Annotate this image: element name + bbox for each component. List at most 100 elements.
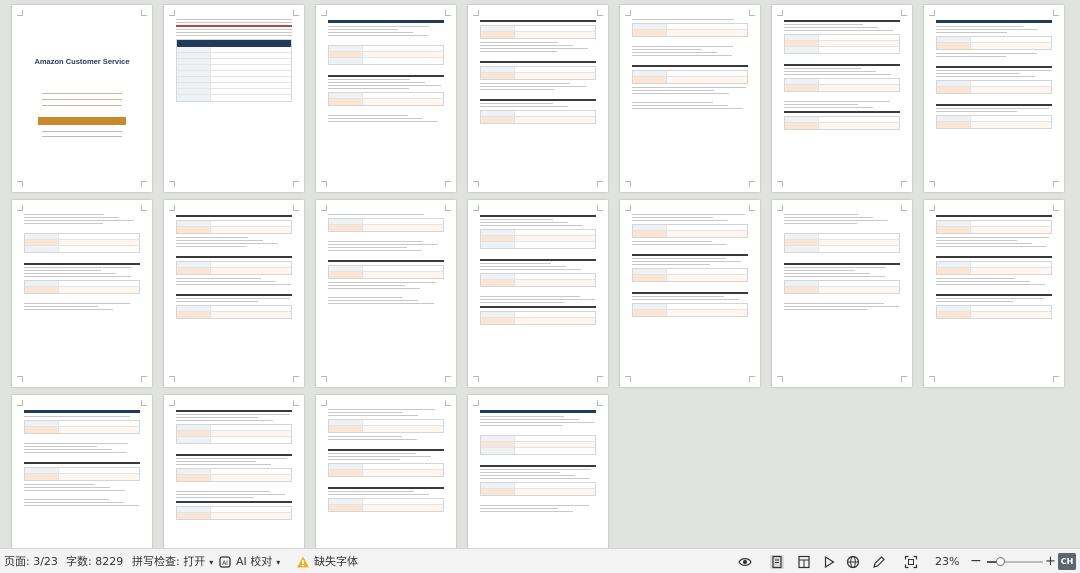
zoom-out-button[interactable]: − bbox=[970, 549, 982, 573]
page-thumbnail[interactable] bbox=[12, 395, 152, 548]
crop-mark bbox=[777, 181, 783, 187]
page-content bbox=[480, 407, 596, 548]
globe-icon[interactable] bbox=[846, 555, 860, 569]
table-row bbox=[177, 227, 291, 233]
crop-mark bbox=[929, 10, 935, 16]
subheading bbox=[480, 61, 596, 63]
text-line bbox=[936, 56, 1006, 57]
text-line bbox=[24, 499, 109, 500]
text-line bbox=[480, 83, 571, 84]
crop-mark bbox=[929, 181, 935, 187]
text-line bbox=[936, 29, 1039, 30]
input-method-indicator[interactable]: CH bbox=[1058, 553, 1076, 570]
page-thumbnail[interactable] bbox=[164, 395, 304, 548]
page-content bbox=[328, 17, 444, 182]
table-row bbox=[177, 437, 291, 443]
page-thumbnail[interactable] bbox=[316, 200, 456, 387]
page-thumbnail[interactable] bbox=[620, 200, 760, 387]
table bbox=[936, 220, 1052, 234]
text-line bbox=[784, 223, 858, 224]
spellcheck-toggle[interactable]: 拼写检查: 打开 ▾ bbox=[132, 549, 213, 573]
page-view-icon[interactable] bbox=[770, 555, 784, 569]
page-thumbnail[interactable] bbox=[924, 200, 1064, 387]
zoom-level[interactable]: 23% bbox=[935, 549, 959, 573]
subheading bbox=[24, 263, 140, 265]
text-line bbox=[328, 459, 400, 460]
page-thumbnail[interactable] bbox=[164, 200, 304, 387]
text-line bbox=[176, 417, 259, 418]
page-thumbnail[interactable] bbox=[772, 5, 912, 192]
pen-icon[interactable] bbox=[872, 555, 886, 569]
page-thumbnail[interactable]: Amazon Customer Service bbox=[12, 5, 152, 192]
text-line bbox=[328, 436, 403, 437]
crop-mark bbox=[625, 10, 631, 16]
crop-mark bbox=[17, 10, 23, 16]
table-row bbox=[785, 246, 899, 252]
text-line bbox=[328, 491, 414, 492]
table-row bbox=[177, 95, 291, 101]
play-icon[interactable] bbox=[822, 555, 836, 569]
zoom-slider-handle[interactable] bbox=[995, 557, 1005, 566]
table-row bbox=[25, 474, 139, 480]
eye-icon[interactable] bbox=[738, 555, 752, 569]
text-line bbox=[24, 502, 124, 503]
subheading bbox=[936, 104, 1052, 106]
text-line bbox=[480, 48, 588, 49]
text-line bbox=[328, 415, 419, 416]
text-line bbox=[632, 244, 728, 245]
text-line bbox=[936, 237, 1049, 238]
word-count[interactable]: 字数: 8229 bbox=[66, 549, 123, 573]
zoom-in-button[interactable]: + bbox=[1045, 549, 1056, 573]
text-line bbox=[176, 414, 290, 415]
fit-page-icon[interactable] bbox=[904, 555, 918, 569]
table-row bbox=[633, 231, 747, 237]
crop-mark bbox=[141, 181, 147, 187]
page-thumbnail[interactable] bbox=[772, 200, 912, 387]
table-row bbox=[481, 32, 595, 38]
text-line bbox=[784, 214, 859, 215]
ai-proofread-icon[interactable]: AI bbox=[218, 555, 232, 569]
page-content bbox=[24, 212, 140, 377]
page-indicator[interactable]: 页面: 3/23 bbox=[4, 549, 58, 573]
text-line bbox=[328, 300, 419, 301]
text-line bbox=[480, 106, 569, 107]
page-thumbnail[interactable] bbox=[164, 5, 304, 192]
page-thumbnail[interactable] bbox=[12, 200, 152, 387]
text-line bbox=[784, 267, 887, 268]
section-heading bbox=[480, 410, 596, 413]
text-line bbox=[480, 419, 579, 420]
text-line bbox=[176, 243, 279, 244]
ai-proofread-button[interactable]: AI 校对 ▾ bbox=[236, 549, 280, 573]
page-thumbnail[interactable] bbox=[468, 5, 608, 192]
table-row bbox=[785, 287, 899, 293]
page-thumbnail[interactable] bbox=[924, 5, 1064, 192]
document-canvas[interactable]: Amazon Customer Service bbox=[0, 0, 1080, 548]
page-thumbnail[interactable] bbox=[620, 5, 760, 192]
section-heading bbox=[936, 20, 1052, 23]
subheading bbox=[328, 75, 444, 77]
subheading bbox=[328, 487, 444, 489]
text-line bbox=[632, 105, 729, 106]
text-line bbox=[936, 284, 1046, 285]
text-line bbox=[176, 461, 257, 462]
page-thumbnail[interactable] bbox=[316, 395, 456, 548]
text-line bbox=[176, 19, 292, 20]
text-line bbox=[784, 74, 891, 75]
subheading bbox=[176, 501, 292, 503]
page-thumbnail[interactable] bbox=[468, 200, 608, 387]
zoom-slider[interactable] bbox=[987, 557, 1043, 566]
crop-mark bbox=[1053, 376, 1059, 382]
text-line bbox=[632, 299, 739, 300]
missing-font-button[interactable]: 缺失字体 bbox=[314, 549, 358, 573]
text-line bbox=[480, 263, 551, 264]
web-layout-icon[interactable] bbox=[797, 555, 811, 569]
text-line bbox=[328, 247, 407, 248]
text-line bbox=[480, 42, 558, 43]
page-thumbnail[interactable] bbox=[468, 395, 608, 548]
table-row bbox=[177, 312, 291, 318]
page-thumbnail[interactable] bbox=[316, 5, 456, 192]
subheading bbox=[176, 215, 292, 217]
